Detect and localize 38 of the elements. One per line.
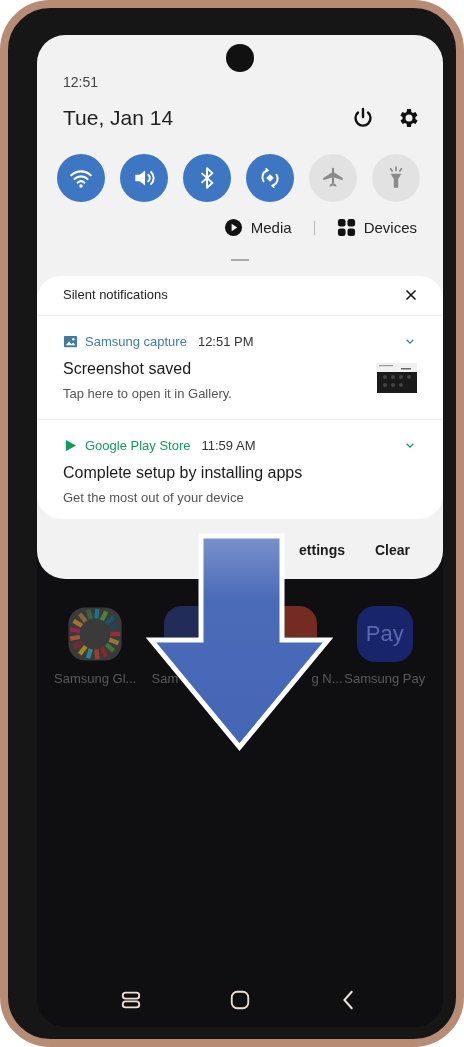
wifi-toggle[interactable]	[57, 154, 105, 202]
power-icon[interactable]	[351, 106, 375, 130]
devices-button[interactable]: Devices	[336, 218, 417, 237]
recent-apps-icon[interactable]	[120, 989, 143, 1011]
app-label: Samsung Gl...	[53, 671, 138, 686]
notification-item[interactable]: Google Play Store 11:59 AM Complete setup by installing apps Get the most out of your device	[37, 420, 443, 519]
rotate-toggle[interactable]	[246, 154, 294, 202]
drag-handle[interactable]	[231, 259, 249, 261]
expand-chevron-icon[interactable]	[405, 338, 415, 345]
notification-text: Tap here to open it in Gallery.	[63, 386, 232, 401]
notification-title: Screenshot saved	[63, 360, 193, 378]
notification-title: Complete setup by installing apps	[63, 464, 303, 482]
home-icon[interactable]	[229, 989, 251, 1011]
play-icon	[223, 218, 243, 237]
notification-text: Get the most out of your device	[63, 490, 245, 505]
airplane-toggle[interactable]	[309, 154, 357, 202]
expand-chevron-icon[interactable]	[405, 442, 415, 449]
clear-button[interactable]: Clear	[374, 542, 410, 558]
app-name: Samsung capture	[85, 334, 187, 349]
date-text: Tue, Jan 14	[63, 106, 174, 130]
media-button[interactable]: Media	[223, 218, 292, 237]
status-time: 12:51	[63, 74, 100, 90]
colour-wheel-app-icon[interactable]	[67, 606, 124, 662]
notification-time: 11:59 AM	[201, 438, 257, 453]
app-icon[interactable]	[282, 606, 317, 637]
bluetooth-toggle[interactable]	[183, 154, 231, 202]
screenshot-thumbnail	[377, 363, 417, 393]
notification-settings-button[interactable]: ettings	[299, 542, 345, 558]
app-label: Sam	[150, 671, 180, 686]
section-title: Silent notifications	[63, 287, 168, 302]
sound-toggle[interactable]	[120, 154, 168, 202]
notification-time: 12:51 PM	[197, 334, 255, 349]
four-squares-icon	[336, 218, 356, 237]
app-name: Google Play Store	[85, 438, 191, 453]
app-label: g N...	[310, 671, 343, 686]
flashlight-toggle[interactable]	[372, 154, 420, 202]
close-icon[interactable]	[405, 288, 417, 301]
notification-item[interactable]: Samsung capture 12:51 PM Screenshot saved Tap here to open it in Gallery.	[37, 316, 443, 420]
